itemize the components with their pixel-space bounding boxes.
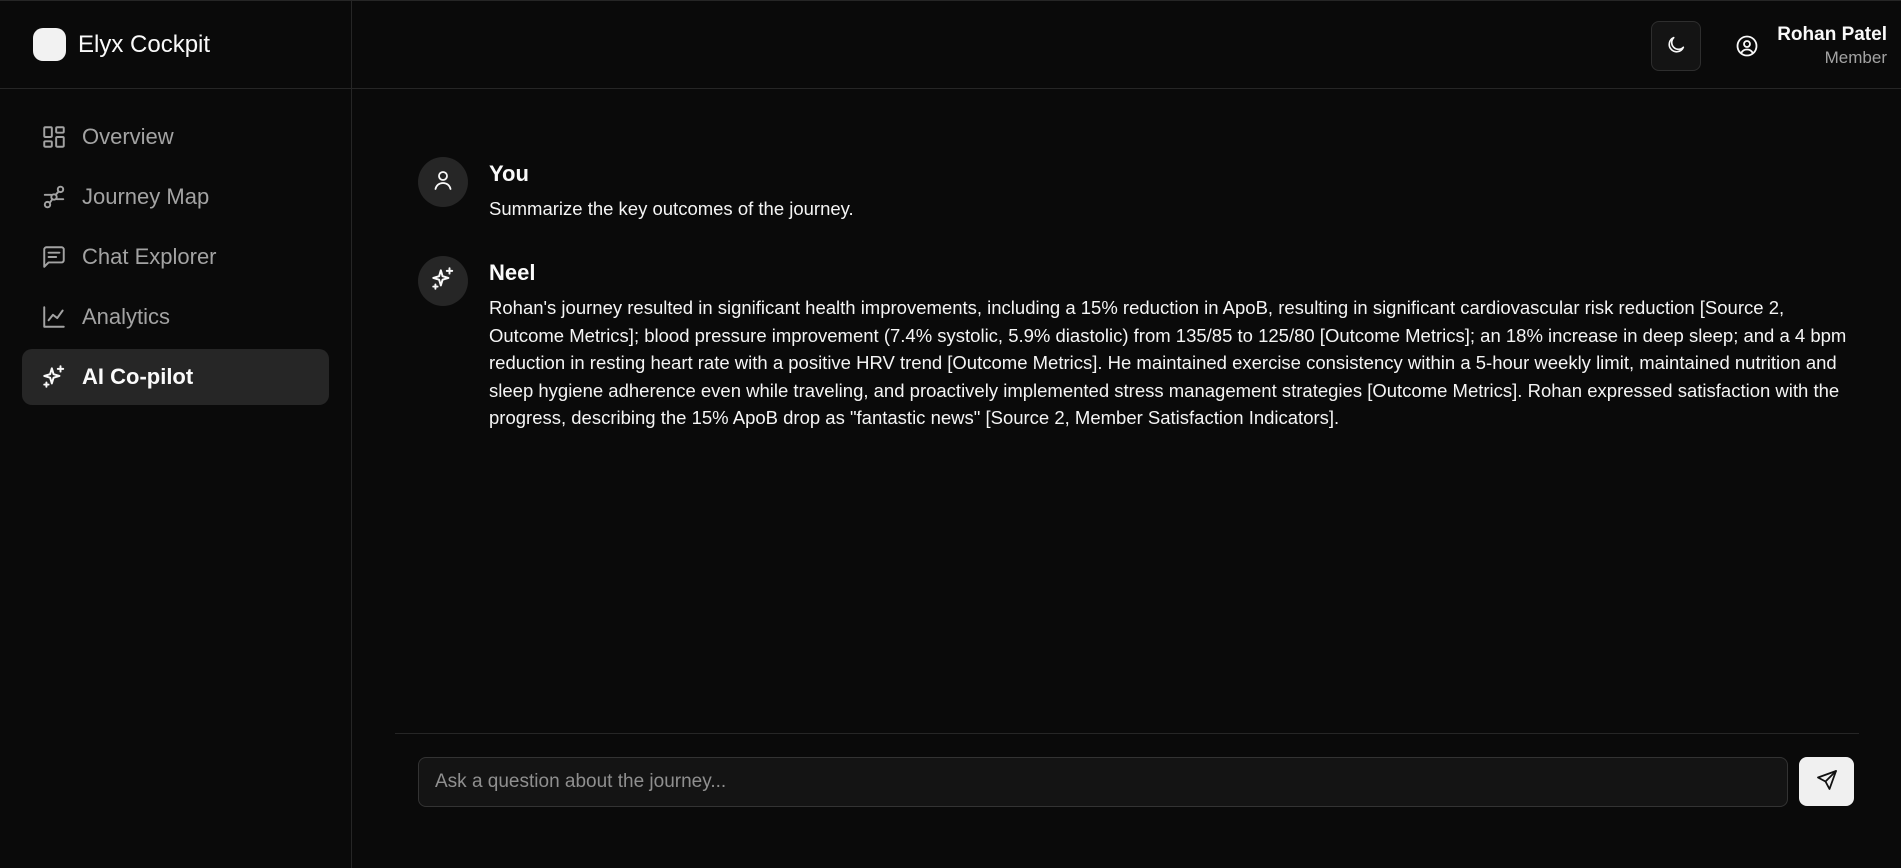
- user-circle-icon[interactable]: [1734, 33, 1760, 59]
- sparkles-icon: [430, 266, 456, 297]
- user-icon: [431, 168, 455, 197]
- send-icon: [1815, 768, 1839, 795]
- sidebar-item-analytics[interactable]: Analytics: [22, 289, 329, 345]
- brand[interactable]: Elyx Cockpit: [0, 1, 351, 89]
- sidebar-item-label: Overview: [82, 124, 174, 149]
- user-role: Member: [1824, 48, 1887, 67]
- message-author: You: [489, 161, 529, 186]
- chat-composer: [395, 733, 1859, 868]
- moon-icon: [1665, 34, 1687, 59]
- user-menu[interactable]: Rohan Patel Member: [1777, 23, 1887, 69]
- chat-message: You Summarize the key outcomes of the jo…: [395, 157, 1859, 223]
- question-input[interactable]: [418, 757, 1788, 807]
- chat-message: Neel Rohan's journey resulted in signifi…: [395, 256, 1859, 432]
- message-author: Neel: [489, 260, 536, 285]
- app-window: Elyx Cockpit Overview Journey Map Chat E…: [0, 0, 1901, 868]
- app-name: Elyx Cockpit: [78, 30, 211, 58]
- sidebar-nav: Overview Journey Map Chat Explorer Analy…: [0, 89, 351, 405]
- avatar: [418, 157, 468, 207]
- avatar: [418, 256, 468, 306]
- sidebar-item-label: AI Co-pilot: [82, 364, 194, 389]
- theme-toggle-button[interactable]: [1651, 21, 1701, 71]
- chat-thread: You Summarize the key outcomes of the jo…: [395, 89, 1859, 729]
- sidebar-item-label: Journey Map: [82, 184, 210, 209]
- send-button[interactable]: [1799, 757, 1854, 806]
- sparkles-icon: [40, 363, 68, 391]
- sidebar-item-overview[interactable]: Overview: [22, 109, 329, 165]
- message-square-text-icon: [40, 243, 68, 271]
- route-icon: [40, 183, 68, 211]
- message-text: Summarize the key outcomes of the journe…: [489, 198, 854, 219]
- sidebar-item-ai-copilot[interactable]: AI Co-pilot: [22, 349, 329, 405]
- message-text: Rohan's journey resulted in significant …: [489, 297, 1847, 428]
- layout-grid-icon: [40, 123, 68, 151]
- line-chart-icon: [40, 303, 68, 331]
- sidebar-item-chat-explorer[interactable]: Chat Explorer: [22, 229, 329, 285]
- user-name: Rohan Patel: [1777, 24, 1887, 45]
- sidebar-item-label: Chat Explorer: [82, 244, 217, 269]
- brand-logo: [33, 28, 66, 61]
- sidebar-item-journey-map[interactable]: Journey Map: [22, 169, 329, 225]
- top-header: Rohan Patel Member: [352, 1, 1901, 89]
- sidebar-item-label: Analytics: [82, 304, 171, 329]
- sidebar: Elyx Cockpit Overview Journey Map Chat E…: [0, 1, 352, 868]
